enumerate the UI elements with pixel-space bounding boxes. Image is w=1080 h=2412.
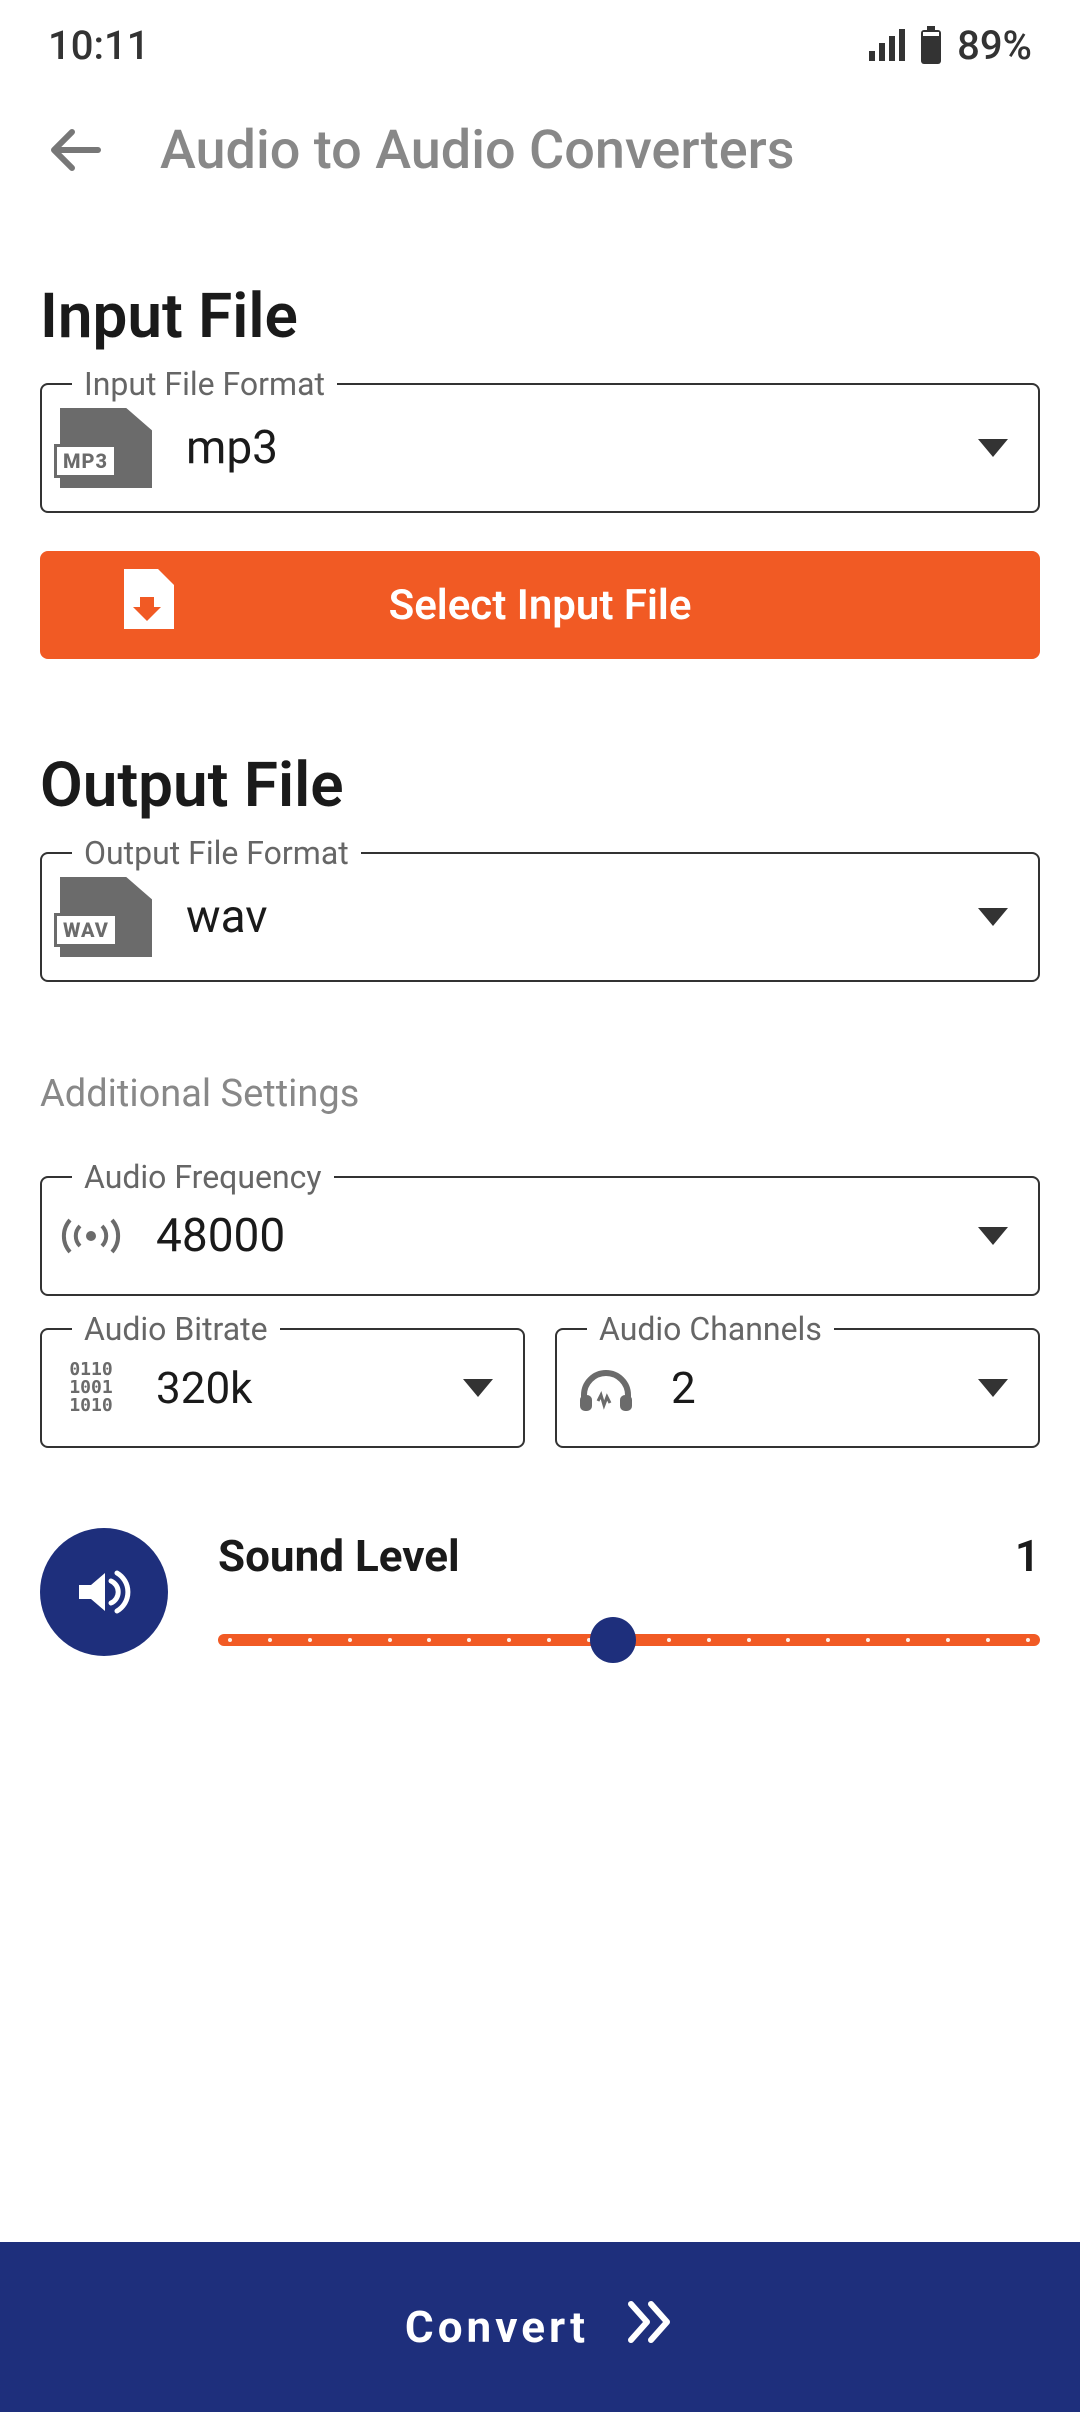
sound-level-row: Sound Level 1 <box>40 1528 1040 1660</box>
battery-percentage: 89% <box>957 22 1032 69</box>
slider-thumb[interactable] <box>590 1617 636 1663</box>
file-download-icon <box>120 567 178 644</box>
convert-button[interactable]: Convert <box>0 2242 1080 2412</box>
output-format-select[interactable]: Output File Format WAV wav <box>40 852 1040 982</box>
select-input-file-button[interactable]: Select Input File <box>40 551 1040 659</box>
input-format-select[interactable]: Input File Format MP3 mp3 <box>40 383 1040 513</box>
chevron-down-icon <box>978 439 1008 457</box>
chevron-down-icon <box>978 908 1008 926</box>
select-input-file-label: Select Input File <box>389 581 692 630</box>
input-section-title: Input File <box>40 280 1040 353</box>
output-format-value: wav <box>186 890 948 944</box>
audio-frequency-select[interactable]: Audio Frequency 48000 <box>40 1176 1040 1296</box>
content-area: Input File Input File Format MP3 mp3 Sel… <box>0 210 1080 2242</box>
sound-level-label: Sound Level <box>218 1530 460 1582</box>
output-section-title: Output File <box>40 749 1040 822</box>
chevron-down-icon <box>978 1379 1008 1397</box>
input-format-legend: Input File Format <box>72 365 337 403</box>
chevron-down-icon <box>463 1379 493 1397</box>
input-format-value: mp3 <box>186 421 948 475</box>
output-format-legend: Output File Format <box>72 834 361 872</box>
app-header: Audio to Audio Converters <box>0 90 1080 210</box>
headphones-icon <box>571 1358 641 1418</box>
audio-frequency-legend: Audio Frequency <box>72 1158 334 1196</box>
additional-settings-label: Additional Settings <box>40 1072 1040 1116</box>
audio-bitrate-select[interactable]: Audio Bitrate 0110 1001 1010 320k <box>40 1328 525 1448</box>
audio-channels-value: 2 <box>671 1362 948 1414</box>
audio-bitrate-legend: Audio Bitrate <box>72 1310 280 1348</box>
audio-frequency-value: 48000 <box>156 1209 948 1263</box>
signal-icon <box>869 29 905 61</box>
double-chevron-right-icon <box>625 2300 675 2355</box>
sound-level-slider[interactable] <box>218 1620 1040 1660</box>
arrow-left-icon <box>46 121 104 179</box>
back-button[interactable] <box>40 115 110 185</box>
page-title: Audio to Audio Converters <box>160 119 795 182</box>
convert-label: Convert <box>405 2301 589 2353</box>
mp3-file-icon: MP3 <box>56 407 156 489</box>
audio-bitrate-value: 320k <box>156 1362 433 1414</box>
status-bar: 10:11 89% <box>0 0 1080 90</box>
binary-icon: 0110 1001 1010 <box>56 1358 126 1418</box>
status-time: 10:11 <box>48 22 149 69</box>
speaker-icon <box>40 1528 168 1656</box>
audio-channels-select[interactable]: Audio Channels 2 <box>555 1328 1040 1448</box>
audio-channels-legend: Audio Channels <box>587 1310 834 1348</box>
battery-icon <box>919 26 943 64</box>
chevron-down-icon <box>978 1227 1008 1245</box>
sound-level-value: 1 <box>1015 1530 1040 1582</box>
wav-file-icon: WAV <box>56 876 156 958</box>
status-indicators: 89% <box>869 22 1032 69</box>
radio-signal-icon <box>56 1206 126 1266</box>
